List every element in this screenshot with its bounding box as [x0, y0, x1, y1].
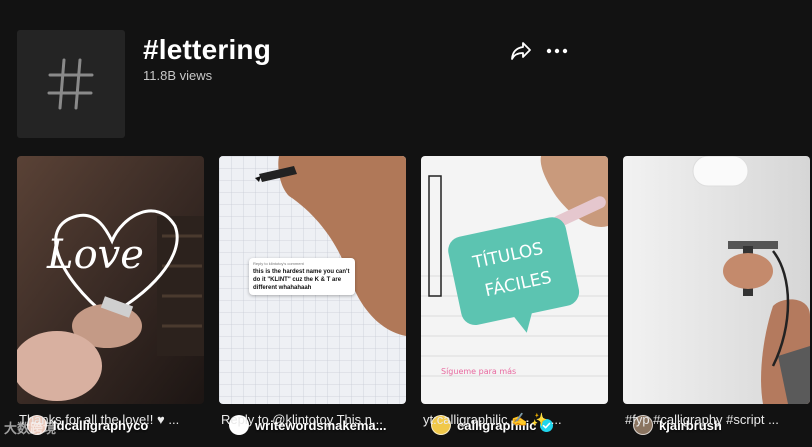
more-options-button[interactable]	[545, 40, 569, 62]
video-thumbnail[interactable]: Reply to klintotoy's comment this is the…	[219, 156, 406, 404]
comment-bubble: Reply to klintotoy's comment this is the…	[249, 258, 355, 295]
comment-header: Reply to klintotoy's comment	[253, 261, 304, 266]
watermark: 大数跨境	[4, 418, 56, 437]
share-icon	[511, 42, 531, 60]
thumbnail-subtext: Sígueme para más	[441, 367, 516, 376]
page-title: #lettering	[143, 34, 272, 65]
hashtag-icon	[47, 58, 94, 110]
video-grid: Love ldcalligraphyco Thanks for all the …	[17, 156, 812, 447]
more-icon	[546, 48, 568, 54]
video-caption[interactable]: #fyp #calligraphy #script ...	[625, 412, 810, 427]
video-caption[interactable]: yt:calligraphilic ✍ ✨ ...	[423, 412, 608, 428]
video-thumbnail[interactable]: TÍTULOS FÁCILES Sígueme para más	[421, 156, 608, 404]
video-thumbnail[interactable]	[623, 156, 810, 404]
view-count: 11.8B views	[143, 68, 213, 83]
video-card[interactable]: TÍTULOS FÁCILES Sígueme para más calligr…	[421, 156, 608, 447]
thumbnail-text: Love	[46, 232, 144, 278]
video-card[interactable]: kjairbrush #fyp #calligraphy #script ...	[623, 156, 810, 447]
hashtag-tile	[17, 30, 125, 138]
video-caption[interactable]: Reply to @klintotoy This n...	[221, 412, 406, 427]
video-thumbnail[interactable]: Love	[17, 156, 204, 404]
watermark-text: 大数跨境	[4, 421, 57, 436]
share-button[interactable]	[509, 40, 533, 62]
comment-text: this is the hardest name you can't do it…	[253, 269, 350, 291]
hashtag-header: #lettering 11.8B views	[17, 30, 797, 138]
video-card[interactable]: Love ldcalligraphyco Thanks for all the …	[17, 156, 204, 447]
video-card[interactable]: Reply to klintotoy's comment this is the…	[219, 156, 406, 447]
